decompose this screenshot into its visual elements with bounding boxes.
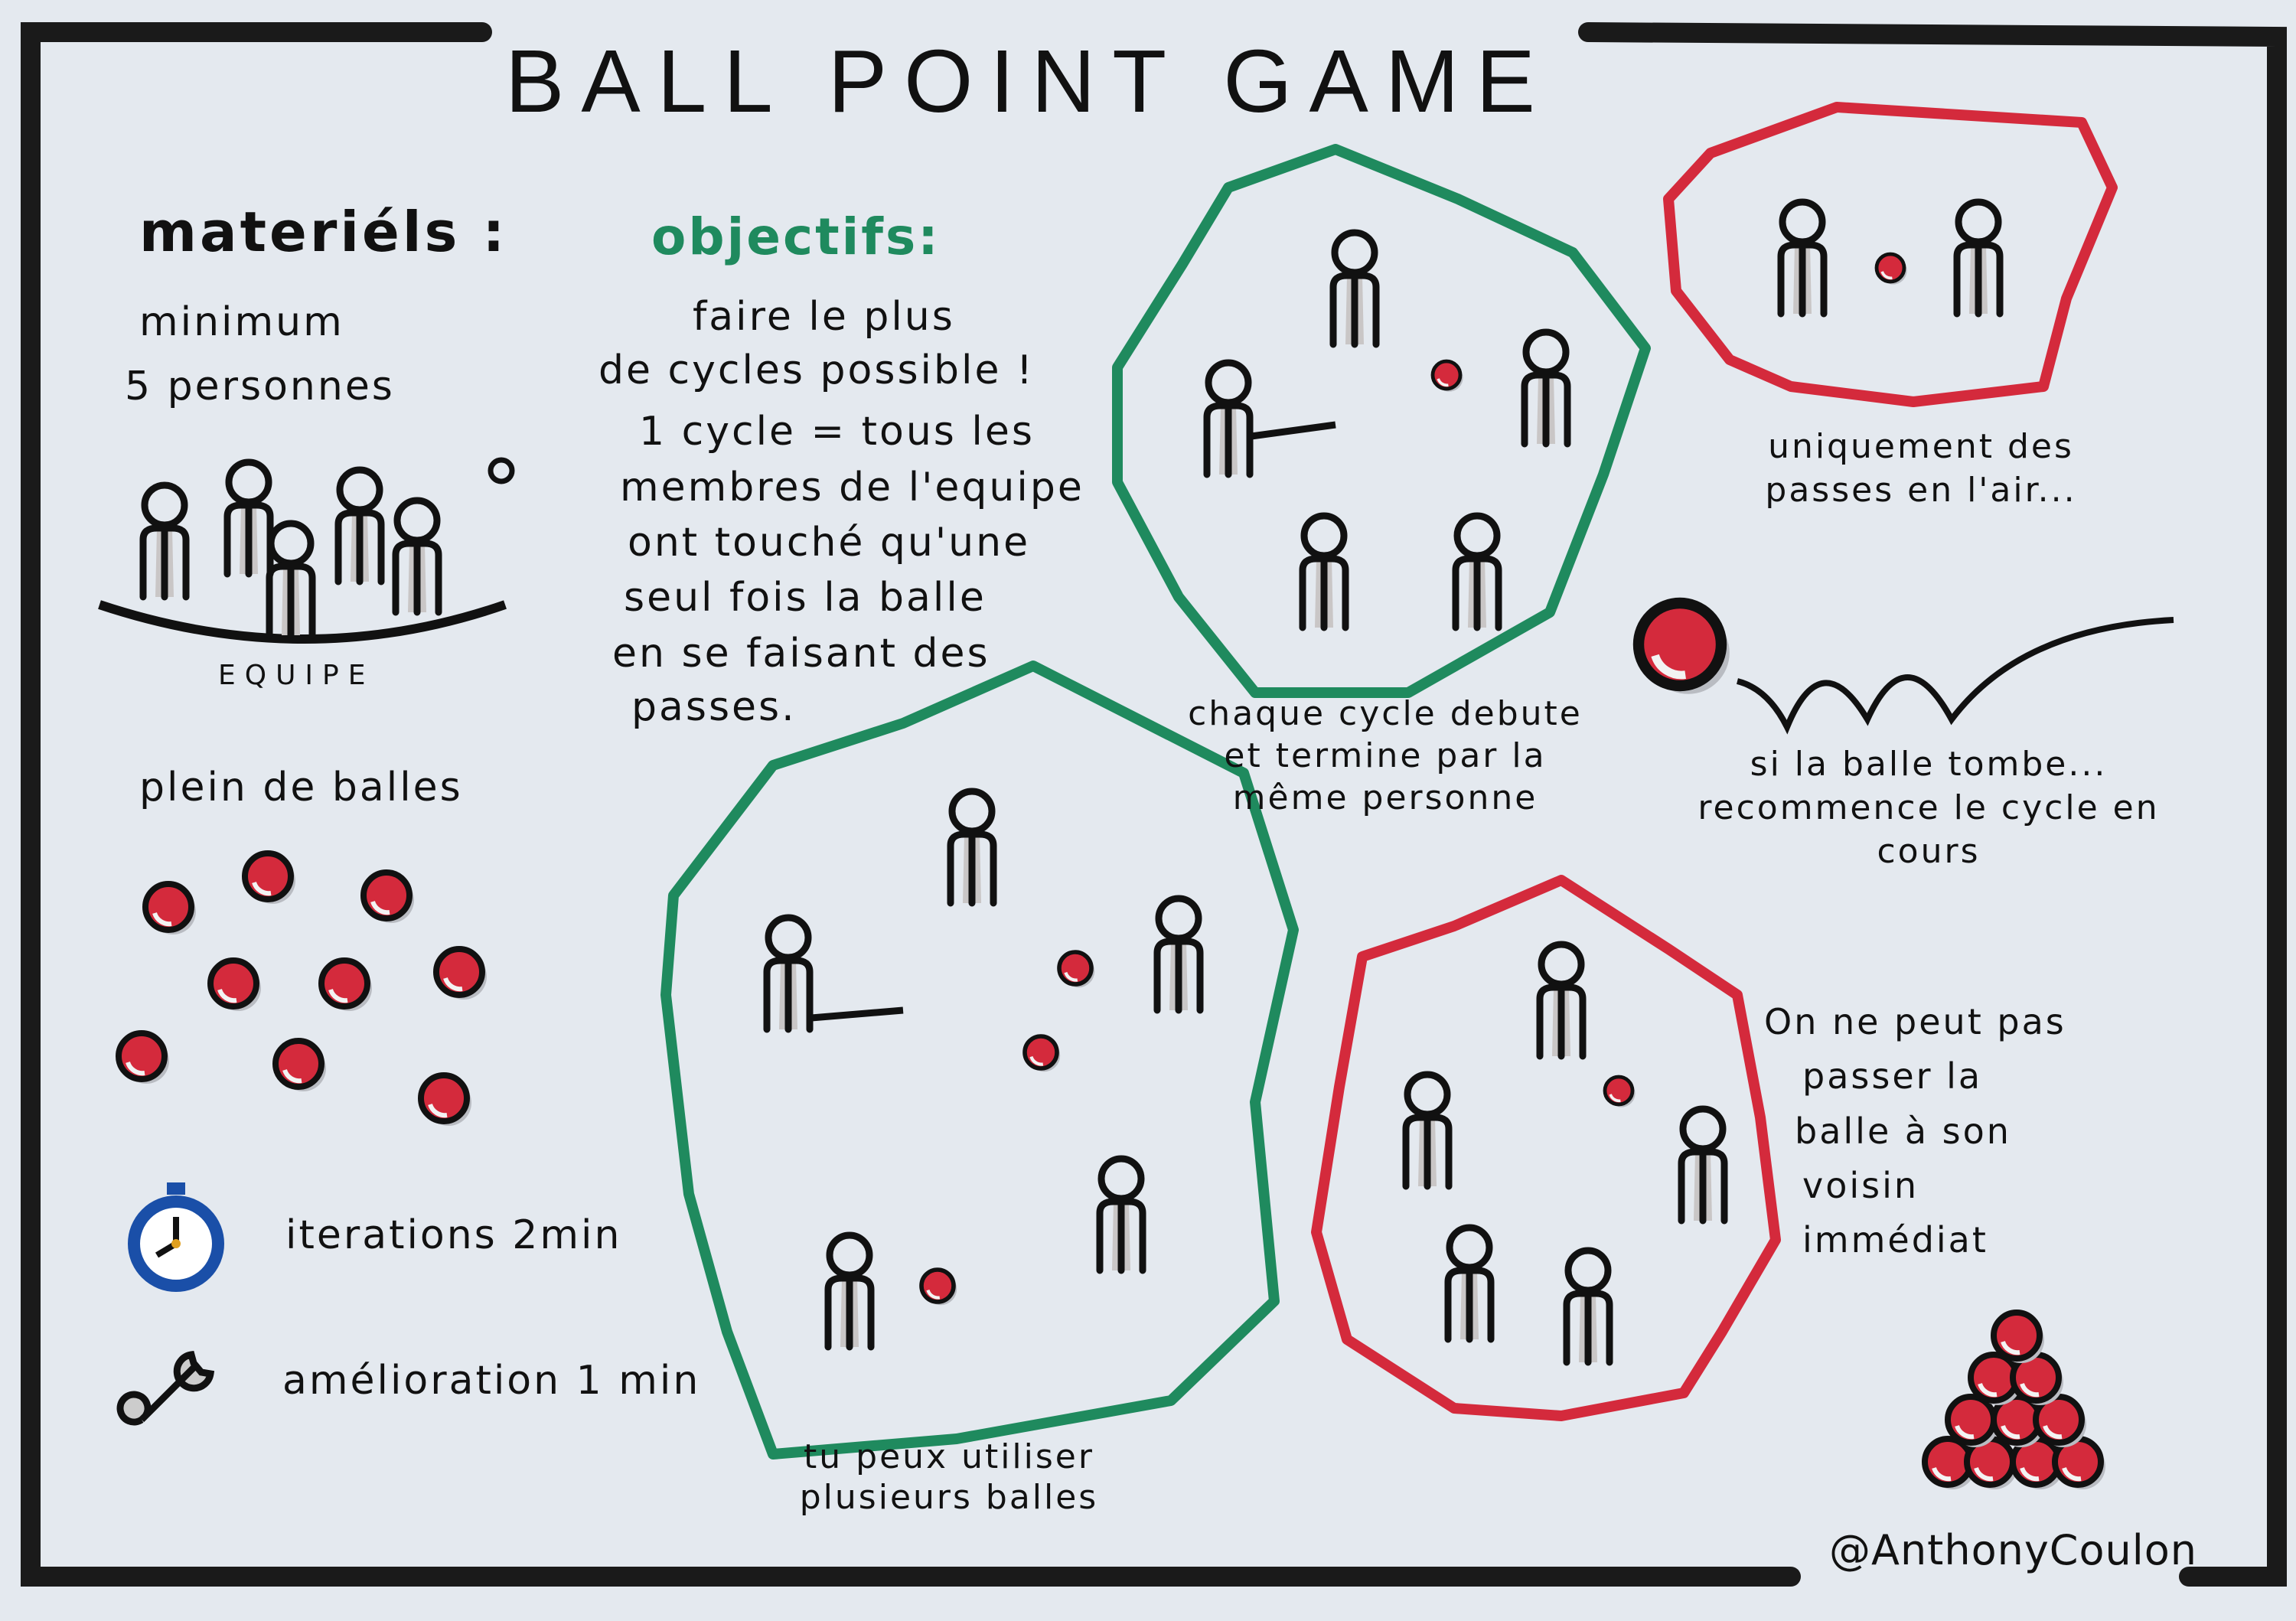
team-label: EQUIPE — [218, 660, 375, 691]
caption-line: balle à son — [1795, 1110, 2011, 1152]
air-pass-illustration — [1663, 102, 2118, 407]
objective-line: membres de l'equipe — [620, 465, 1084, 510]
objective-line: faire le plus — [693, 294, 955, 340]
caption-line: voisin — [1802, 1164, 1919, 1206]
bouncing-ball-illustration — [1639, 603, 2174, 735]
ball-pyramid-illustration — [1925, 1313, 2105, 1489]
iterations-label: iterations 2min — [285, 1212, 622, 1258]
caption-line: cours — [1877, 832, 1981, 872]
drop-caption: si la balle tombe... recommence le cycle… — [1676, 742, 2181, 874]
min-people-line-1: minimum — [139, 299, 344, 345]
caption-line: tu peux utiliser — [804, 1437, 1094, 1476]
objective-line: passes. — [631, 684, 797, 730]
team-illustration — [98, 457, 515, 644]
caption-line: plusieurs balles — [799, 1477, 1099, 1517]
author-signature: @AnthonyCoulon — [1829, 1526, 2198, 1574]
caption-line: passes en l'air... — [1765, 471, 2077, 510]
objective-line: en se faisant des — [612, 631, 990, 677]
wrench-icon — [116, 1350, 215, 1426]
objective-line: 1 cycle = tous les — [639, 409, 1035, 455]
multi-ball-caption: tu peux utiliser plusieurs balles — [735, 1437, 1163, 1518]
caption-line: uniquement des — [1768, 427, 2074, 466]
no-neighbor-illustration — [1311, 875, 1781, 1421]
balls-label: plein de balles — [139, 765, 463, 810]
min-people-line-2: 5 personnes — [125, 364, 395, 409]
objective-line: seul fois la balle — [624, 575, 987, 621]
objectives-heading: objectifs: — [651, 207, 941, 266]
cycle-illustration — [1112, 144, 1651, 698]
caption-line: chaque cycle debute — [1188, 694, 1583, 733]
page-title: BALL POINT GAME — [505, 31, 1552, 131]
caption-line: On ne peut pas — [1764, 1001, 2066, 1042]
materials-heading: materiéls : — [139, 200, 508, 264]
caption-line: passer la — [1802, 1055, 1983, 1098]
cycle-caption: chaque cycle debute et termine par la mê… — [1179, 693, 1592, 819]
improvement-label: amélioration 1 min — [282, 1358, 701, 1404]
objective-line: ont touché qu'une — [628, 520, 1031, 566]
caption-line: immédiat — [1802, 1219, 1988, 1261]
air-pass-caption: uniquement des passes en l'air... — [1714, 425, 2128, 512]
objective-line: de cycles possible ! — [598, 347, 1035, 393]
neighbor-caption: On ne peut pas passer la balle à son voi… — [1764, 995, 2066, 1267]
caption-line: recommence le cycle en — [1698, 788, 2160, 828]
stopwatch-icon — [128, 1182, 224, 1292]
caption-line: si la balle tombe... — [1750, 745, 2108, 784]
balls-group — [119, 853, 487, 1126]
caption-line: même personne — [1232, 778, 1538, 817]
caption-line: et termine par la — [1224, 736, 1547, 775]
